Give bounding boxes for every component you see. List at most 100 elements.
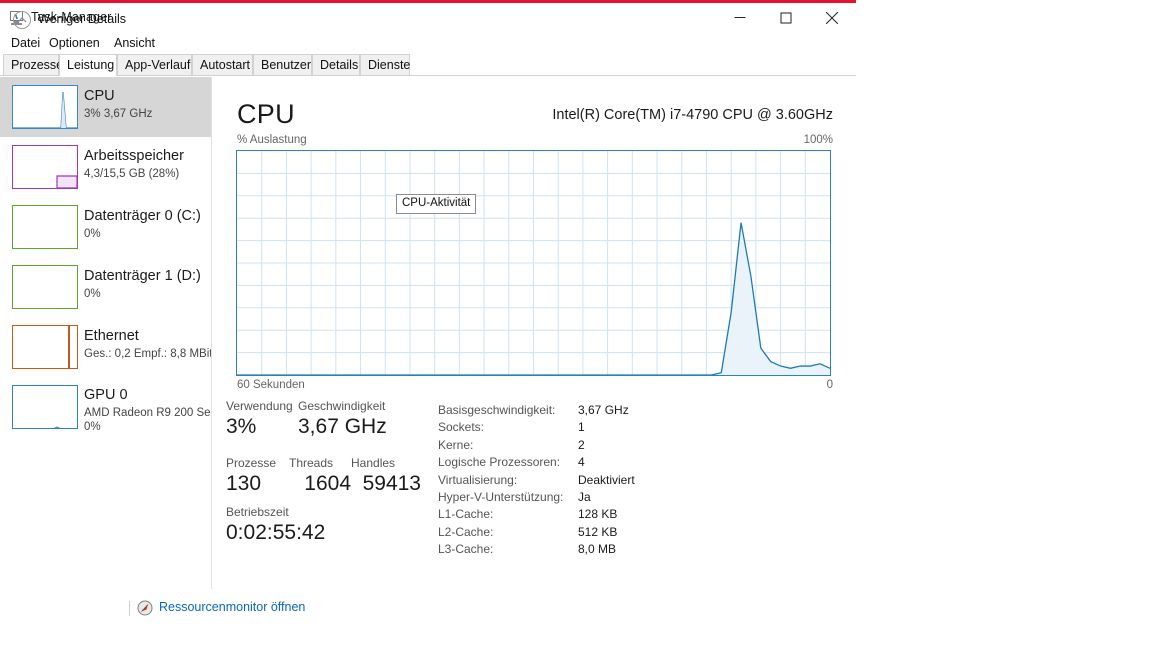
- stat-value-processes: 130: [226, 472, 262, 495]
- detail-row: Virtualisierung: Deaktiviert: [438, 473, 728, 490]
- chart-x-axis-start: 60 Sekunden: [237, 379, 305, 391]
- menu-bar: Datei Optionen Ansicht: [0, 32, 856, 53]
- detail-row: Kerne: 2: [438, 438, 728, 455]
- stat-value-threads: 1604: [304, 472, 351, 495]
- stat-header-handles: Handles: [351, 456, 396, 470]
- stat-header-threads: Threads: [289, 456, 334, 470]
- menu-item-datei[interactable]: Datei: [7, 35, 44, 51]
- maximize-button[interactable]: [763, 3, 809, 32]
- tab-benutzer[interactable]: Benutzer: [253, 54, 312, 76]
- tab-app-verlauf[interactable]: App-Verlauf: [117, 54, 192, 76]
- cpu-details-list: Basisgeschwindigkeit: 3,67 GHz Sockets: 1 Ke…: [438, 403, 728, 560]
- detail-key: Logische Prozessoren:: [438, 455, 561, 470]
- detail-value: 512 KB: [578, 524, 618, 539]
- detail-key: Basisgeschwindigkeit:: [438, 403, 556, 417]
- footer-separator: [129, 601, 130, 616]
- stat-header-processes: Prozesse: [226, 456, 277, 470]
- tab-autostart[interactable]: Autostart: [192, 54, 253, 76]
- detail-value: 3,67 GHz: [578, 403, 629, 417]
- tab-label: Prozesse: [11, 58, 64, 72]
- close-button[interactable]: [809, 3, 855, 32]
- sidebar-item-disk1[interactable]: Datenträger 1 (D:) 0%: [0, 257, 211, 317]
- tab-label: Autostart: [200, 58, 251, 72]
- cpu-usage-chart[interactable]: [236, 150, 831, 376]
- detail-key: Hyper-V-Unterstützung:: [438, 489, 564, 504]
- detail-value: 1: [578, 420, 585, 435]
- detail-value: 128 KB: [578, 507, 618, 522]
- sidebar-item-sublabel: 0%: [84, 288, 101, 300]
- sidebar-thumbnail-ethernet: [12, 325, 78, 369]
- tab-prozesse[interactable]: Prozesse: [3, 54, 63, 76]
- cpu-detail-panel: CPU Intel(R) Core(TM) i7-4790 CPU @ 3.60…: [212, 77, 856, 589]
- tab-strip: Prozesse Leistung App-Verlauf Autostart Benu…: [0, 54, 856, 76]
- tab-label: Details: [320, 58, 359, 72]
- sidebar-item-sublabel: Ges.: 0,2 Empf.: 8,8 MBit/s: [84, 348, 212, 360]
- sidebar-item-gpu0[interactable]: GPU 0 AMD Radeon R9 200 Series 0%: [0, 377, 211, 437]
- maximize-icon: [780, 12, 792, 23]
- chart-y-axis-max: 100%: [803, 134, 833, 146]
- detail-key: L1-Cache:: [438, 507, 494, 522]
- sidebar-item-sublabel: 3% 3,67 GHz: [84, 108, 153, 120]
- detail-key: Virtualisierung:: [438, 472, 518, 487]
- detail-value: Ja: [578, 489, 591, 504]
- detail-row: Hyper-V-Unterstützung: Ja: [438, 490, 728, 507]
- stat-value-utilization: 3%: [226, 415, 257, 438]
- sidebar-item-label: GPU 0: [84, 387, 128, 403]
- page-title: CPU: [237, 99, 295, 129]
- detail-row: Logische Prozessoren: 4: [438, 455, 728, 472]
- cpu-model-label: Intel(R) Core(TM) i7-4790 CPU @ 3.60GHz: [552, 107, 833, 123]
- detail-row: Basisgeschwindigkeit: 3,67 GHz: [438, 403, 728, 420]
- tab-leistung[interactable]: Leistung: [59, 54, 117, 76]
- resource-monitor-label: Ressourcenmonitor öffnen: [159, 600, 306, 614]
- detail-row: L3-Cache: 8,0 MB: [438, 542, 728, 559]
- detail-key: Kerne:: [438, 437, 474, 452]
- chart-tooltip: CPU-Aktivität: [396, 194, 477, 214]
- menu-item-ansicht[interactable]: Ansicht: [110, 35, 159, 51]
- sidebar-item-cpu[interactable]: CPU 3% 3,67 GHz: [0, 77, 211, 137]
- chevron-up-icon: [13, 11, 31, 29]
- stat-header-speed: Geschwindigkeit: [298, 399, 386, 413]
- chart-x-axis-end: 0: [826, 379, 833, 391]
- sidebar-item-label: Ethernet: [84, 328, 139, 344]
- stat-value-speed: 3,67 GHz: [298, 415, 387, 438]
- detail-key: Sockets:: [438, 420, 485, 435]
- detail-key: L3-Cache:: [438, 542, 494, 557]
- sidebar-item-label: Arbeitsspeicher: [84, 148, 184, 164]
- sidebar-thumbnail-memory: [12, 145, 78, 189]
- detail-value: 2: [578, 437, 585, 452]
- chart-canvas: [237, 151, 830, 375]
- sidebar-item-label: Datenträger 0 (C:): [84, 208, 201, 224]
- stat-value-uptime: 0:02:55:42: [226, 521, 326, 544]
- sidebar-item-sublabel: 4,3/15,5 GB (28%): [84, 168, 180, 180]
- chart-y-axis-label: % Auslastung: [237, 134, 307, 146]
- fewer-details-label: Weniger Details: [38, 12, 127, 26]
- detail-row: L2-Cache: 512 KB: [438, 525, 728, 542]
- minimize-icon: [734, 16, 746, 18]
- menu-item-optionen[interactable]: Optionen: [45, 35, 104, 51]
- tab-label: Dienste: [368, 58, 411, 72]
- detail-row: Sockets: 1: [438, 420, 728, 437]
- detail-value: 8,0 MB: [578, 542, 617, 557]
- detail-value: Deaktiviert: [578, 472, 635, 487]
- resource-sidebar[interactable]: CPU 3% 3,67 GHz Arbeitsspeicher 4,3/15,5 GB…: [0, 77, 212, 589]
- detail-row: L1-Cache: 128 KB: [438, 507, 728, 524]
- task-manager-window: Task-Manager Datei Optionen Ansicht Proz…: [0, 0, 856, 630]
- sidebar-item-memory[interactable]: Arbeitsspeicher 4,3/15,5 GB (28%): [0, 137, 211, 197]
- sidebar-thumbnail-cpu: [12, 85, 78, 129]
- sidebar-thumbnail-gpu0: [12, 385, 78, 429]
- sidebar-item-label: CPU: [84, 88, 115, 104]
- tab-dienste[interactable]: Dienste: [360, 54, 410, 76]
- sidebar-item-disk0[interactable]: Datenträger 0 (C:) 0%: [0, 197, 211, 257]
- tab-details[interactable]: Details: [312, 54, 360, 76]
- sidebar-item-sublabel-2: 0%: [84, 421, 101, 433]
- resource-monitor-icon: [137, 600, 153, 616]
- sidebar-thumbnail-disk0: [12, 205, 78, 249]
- stat-header-utilization: Verwendung: [226, 399, 293, 413]
- tab-label: App-Verlauf: [125, 58, 191, 72]
- tab-label: Leistung: [67, 58, 115, 72]
- sidebar-item-sublabel: AMD Radeon R9 200 Series: [84, 407, 211, 419]
- minimize-button[interactable]: [717, 3, 763, 32]
- detail-key: L2-Cache:: [438, 524, 494, 539]
- sidebar-item-ethernet[interactable]: Ethernet Ges.: 0,2 Empf.: 8,8 MBit/s: [0, 317, 211, 377]
- sidebar-thumbnail-disk1: [12, 265, 78, 309]
